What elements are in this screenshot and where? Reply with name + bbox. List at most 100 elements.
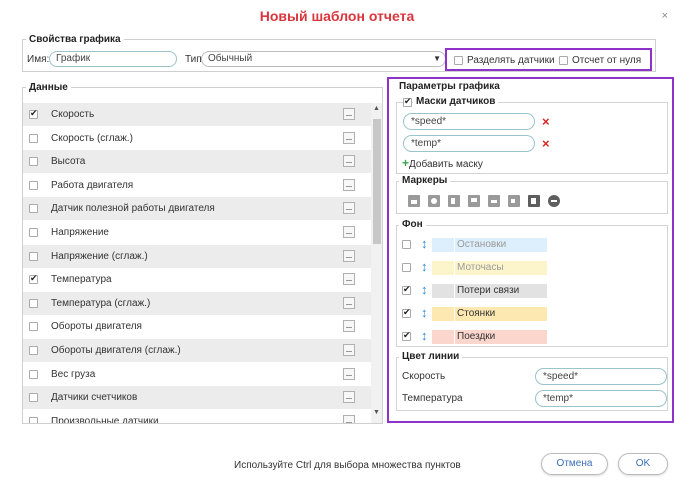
chart-properties-legend: Свойства графика (29, 34, 121, 45)
list-item-checkbox[interactable] (29, 298, 38, 308)
masks-checkbox[interactable] (403, 96, 412, 107)
split-sensors-label[interactable]: Разделять датчики (467, 55, 555, 66)
data-scrollbar[interactable]: ▲ ▼ (371, 103, 382, 423)
plus-icon: + (402, 156, 410, 170)
list-item[interactable]: Напряжение (23, 221, 371, 244)
list-item[interactable]: Скорость (23, 103, 371, 126)
image-marker-icon[interactable] (488, 195, 500, 207)
scroll-down-icon[interactable]: ▼ (373, 409, 380, 416)
settings-icon[interactable] (343, 344, 355, 356)
list-item[interactable]: Вес груза (23, 363, 371, 386)
background-item[interactable]: ↕ Моточасы (402, 259, 662, 277)
settings-icon[interactable] (343, 178, 355, 191)
color-swatch[interactable] (432, 261, 454, 275)
ok-button[interactable]: OK (618, 453, 668, 475)
line-color-label-temp: Температура (402, 393, 463, 404)
background-list: ↕ Остановки ↕ Моточасы ↕ Потери связи ↕ Стоянки… (394, 236, 664, 346)
split-sensors-checkbox[interactable] (454, 56, 463, 65)
settings-icon[interactable] (343, 320, 355, 333)
list-item-checkbox[interactable] (29, 393, 38, 403)
background-item-checkbox[interactable] (402, 284, 411, 295)
fill-marker-icon[interactable] (408, 195, 420, 207)
list-item-checkbox[interactable] (29, 204, 38, 214)
drag-handle-icon[interactable]: ↕ (421, 259, 428, 274)
color-swatch[interactable] (432, 307, 454, 321)
scroll-thumb[interactable] (373, 119, 381, 244)
color-swatch[interactable] (432, 284, 454, 298)
list-item-checkbox[interactable] (29, 133, 38, 143)
list-item-checkbox[interactable] (29, 180, 38, 190)
color-swatch[interactable] (432, 238, 454, 252)
background-item-label: Стоянки (455, 307, 547, 321)
list-item-label: Датчик полезной работы двигателя (51, 203, 215, 215)
settings-icon[interactable] (343, 131, 355, 144)
list-item[interactable]: Высота (23, 150, 371, 174)
list-item[interactable]: Обороты двигателя (23, 315, 371, 338)
list-item-checkbox[interactable] (29, 346, 38, 355)
list-item-checkbox[interactable] (29, 369, 38, 379)
drag-handle-icon[interactable]: ↕ (421, 305, 428, 320)
list-item-checkbox[interactable] (29, 251, 38, 261)
list-item[interactable]: Температура (сглаж.) (23, 291, 371, 315)
settings-icon[interactable] (343, 296, 355, 309)
background-item[interactable]: ↕ Потери связи (402, 282, 662, 300)
list-item-label: Температура (сглаж.) (51, 297, 151, 309)
close-icon[interactable]: × (662, 10, 668, 22)
background-item-checkbox[interactable] (402, 263, 411, 272)
from-zero-label[interactable]: Отсчет от нуля (572, 55, 641, 66)
list-item[interactable]: Обороты двигателя (сглаж.) (23, 339, 371, 362)
list-item-checkbox[interactable] (29, 322, 38, 332)
list-item-checkbox[interactable] (29, 273, 38, 285)
list-item[interactable]: Напряжение (сглаж.) (23, 244, 371, 268)
mask-input-speed[interactable]: *speed* (403, 113, 535, 130)
background-item[interactable]: ↕ Стоянки (402, 305, 662, 323)
line-color-input-speed[interactable]: *speed* (535, 368, 667, 385)
type-select[interactable]: Обычный ▼ (201, 51, 446, 67)
drag-handle-icon[interactable]: ↕ (421, 236, 428, 251)
list-item[interactable]: Датчики счетчиков (23, 386, 371, 410)
background-item[interactable]: ↕ Остановки (402, 236, 662, 254)
drag-handle-icon[interactable]: ↕ (421, 328, 428, 343)
flag-marker-icon[interactable] (468, 195, 480, 207)
list-item-label: Напряжение (51, 227, 109, 238)
background-item-checkbox[interactable] (402, 240, 411, 249)
chevron-down-icon: ▼ (433, 54, 441, 63)
add-mask-button[interactable]: +Добавить маску (402, 156, 483, 170)
settings-icon[interactable] (343, 367, 355, 380)
settings-icon[interactable] (343, 226, 355, 238)
remove-markers-icon[interactable] (548, 195, 560, 207)
list-item[interactable]: Температура (23, 268, 371, 291)
list-item-checkbox[interactable] (29, 416, 38, 423)
settings-icon[interactable] (343, 155, 355, 168)
parking-marker-icon[interactable] (528, 195, 540, 207)
list-item-checkbox[interactable] (29, 228, 38, 237)
remove-mask-speed-icon[interactable]: × (542, 115, 550, 128)
color-swatch[interactable] (432, 330, 454, 344)
list-item-checkbox[interactable] (29, 157, 38, 167)
background-item[interactable]: ↕ Поездки (402, 328, 662, 346)
name-input[interactable]: График (49, 51, 177, 67)
settings-icon[interactable] (343, 249, 355, 262)
list-item[interactable]: Датчик полезной работы двигателя (23, 197, 371, 221)
fuel-marker-icon[interactable] (448, 195, 460, 207)
remove-mask-temp-icon[interactable]: × (542, 137, 550, 150)
mask-input-temp[interactable]: *temp* (403, 135, 535, 152)
list-item[interactable]: Скорость (сглаж.) (23, 127, 371, 150)
scroll-up-icon[interactable]: ▲ (373, 105, 380, 112)
from-zero-checkbox[interactable] (559, 56, 568, 65)
settings-icon[interactable] (343, 391, 355, 404)
drag-handle-icon[interactable]: ↕ (421, 282, 428, 297)
settings-icon[interactable] (343, 414, 355, 423)
settings-icon[interactable] (343, 273, 355, 286)
cancel-button[interactable]: Отмена (541, 453, 608, 475)
list-item-checkbox[interactable] (29, 108, 38, 119)
stop-marker-icon[interactable] (428, 195, 440, 207)
video-marker-icon[interactable] (508, 195, 520, 207)
background-item-checkbox[interactable] (402, 330, 411, 341)
list-item[interactable]: Произвольные датчики (23, 410, 371, 423)
list-item[interactable]: Работа двигателя (23, 174, 371, 197)
settings-icon[interactable] (343, 108, 355, 120)
background-item-checkbox[interactable] (402, 307, 411, 318)
settings-icon[interactable] (343, 202, 355, 215)
line-color-input-temp[interactable]: *temp* (535, 390, 667, 407)
